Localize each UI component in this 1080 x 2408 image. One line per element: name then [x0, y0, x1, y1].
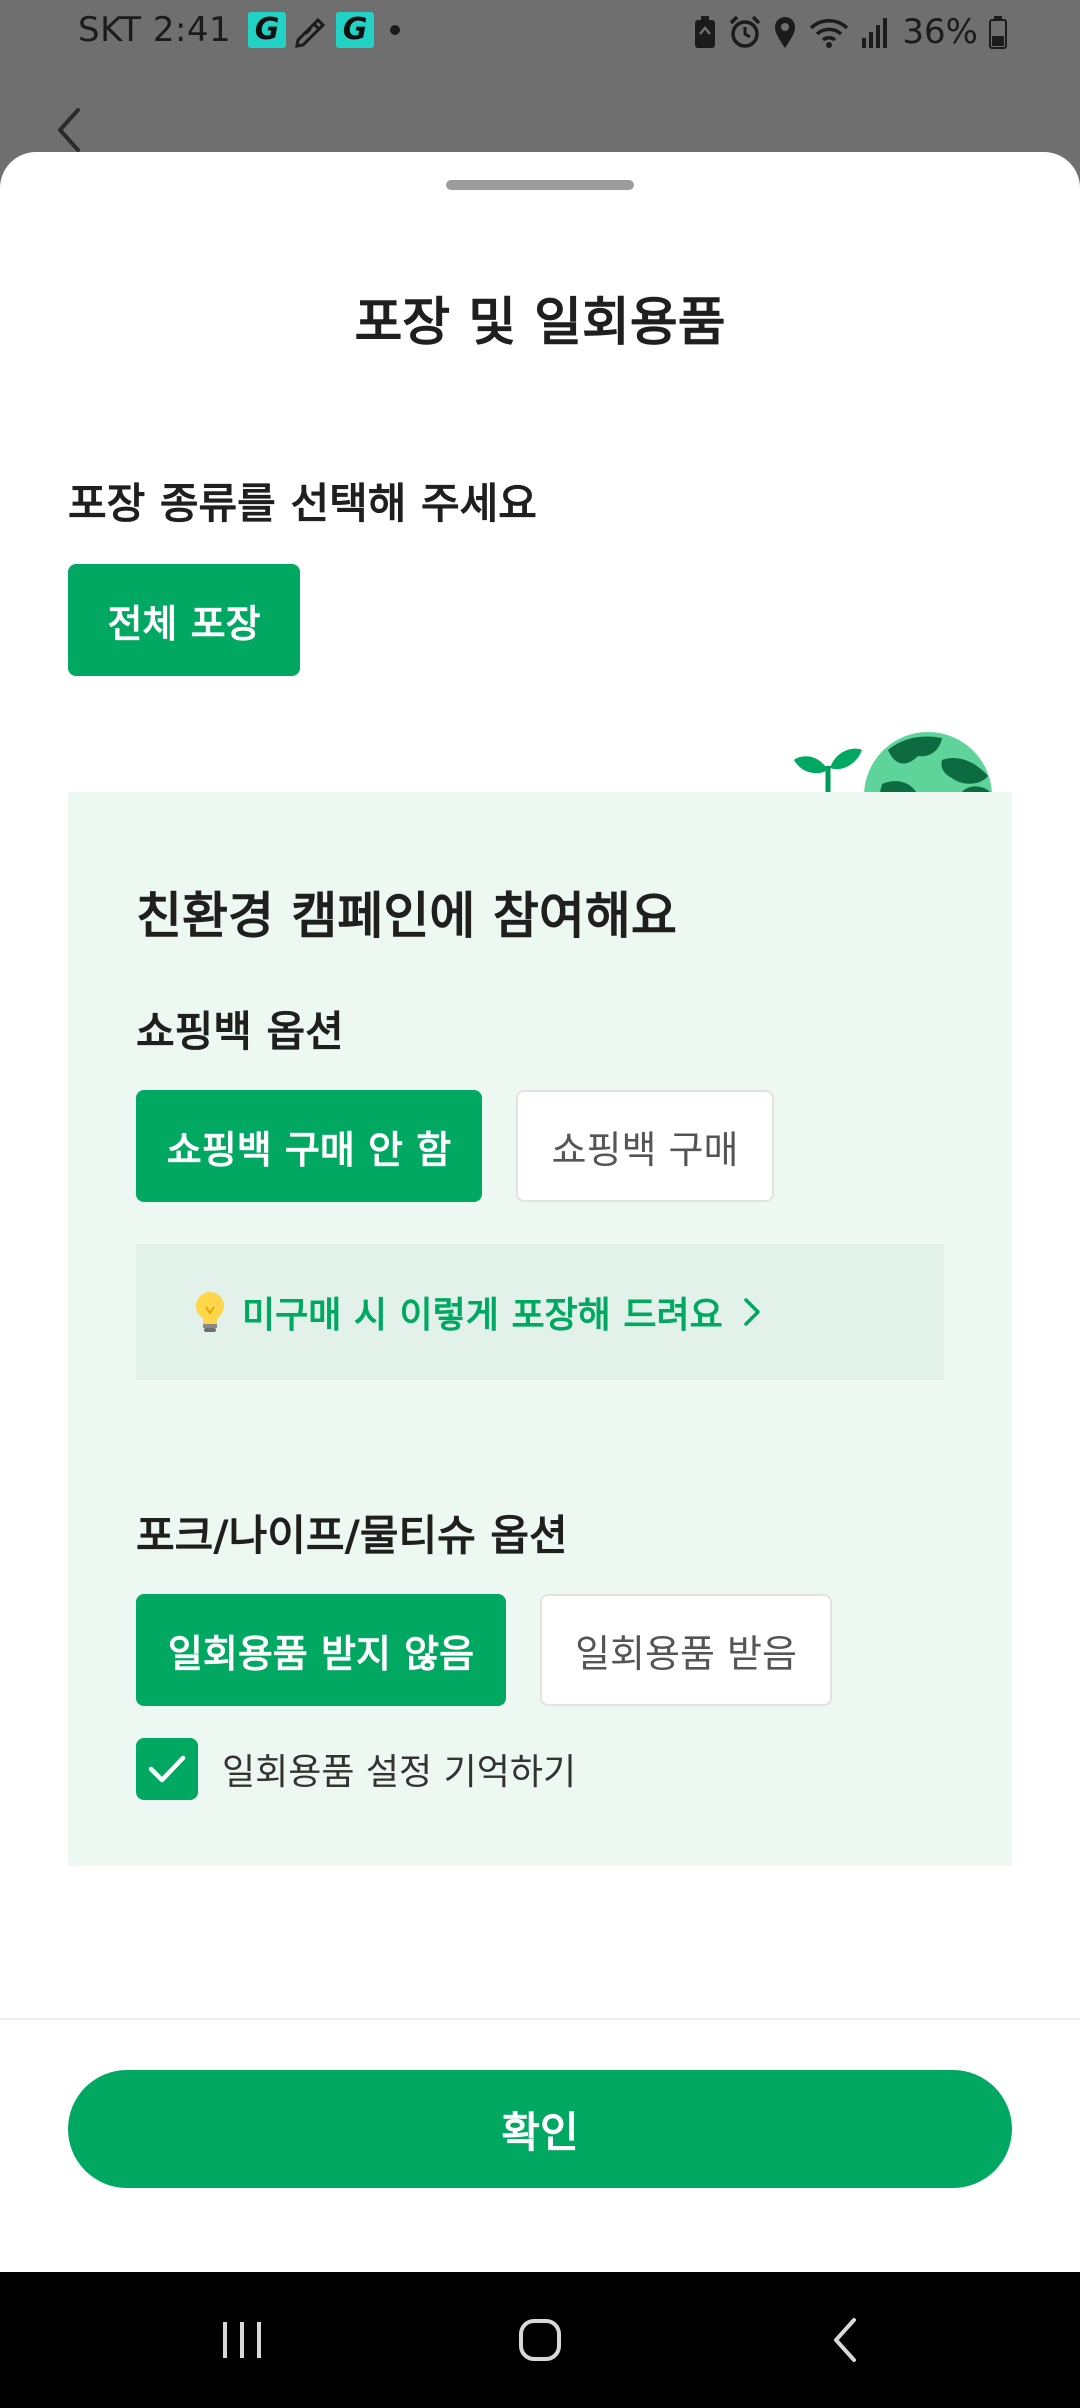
home-button[interactable]	[500, 2306, 580, 2374]
chevron-right-icon	[743, 1298, 760, 1326]
sheet-drag-handle[interactable]	[446, 180, 634, 190]
confirm-button[interactable]: 확인	[68, 2070, 1012, 2188]
recent-apps-button[interactable]	[202, 2306, 282, 2374]
eco-campaign-panel: 친환경 캠페인에 참여해요 쇼핑백 옵션 쇼핑백 구매 안 함 쇼핑백 구매 미…	[68, 792, 1012, 1866]
system-icons: 36%	[692, 12, 1008, 52]
wifi-icon	[810, 19, 849, 48]
location-icon	[775, 17, 796, 48]
shopping-bag-option-label: 쇼핑백 옵션	[136, 1007, 344, 1056]
back-icon	[834, 2318, 856, 2362]
status-bar: SKT 2:41 G G 36%	[0, 0, 1080, 64]
receive-disposables-chip[interactable]: 일회용품 받음	[540, 1594, 832, 1706]
battery-percentage: 36%	[902, 12, 978, 52]
full-packaging-chip[interactable]: 전체 포장	[68, 564, 300, 676]
bottom-divider	[0, 2018, 1080, 2020]
no-disposables-chip[interactable]: 일회용품 받지 않음	[136, 1594, 506, 1706]
notification-icons: G G	[248, 12, 400, 48]
remember-disposables-setting[interactable]: 일회용품 설정 기억하기	[136, 1738, 576, 1800]
checkmark-icon	[148, 1755, 186, 1783]
lightbulb-icon	[196, 1292, 224, 1332]
home-icon	[519, 2319, 561, 2361]
g-app-icon-2: G	[336, 12, 374, 48]
sheet-title: 포장 및 일회용품	[354, 293, 726, 353]
notification-dot	[390, 25, 400, 35]
signal-icon	[862, 18, 888, 48]
battery-icon	[989, 16, 1007, 49]
no-shopping-bag-chip[interactable]: 쇼핑백 구매 안 함	[136, 1090, 482, 1202]
tip-text: 미구매 시 이렇게 포장해 드려요	[242, 1295, 723, 1336]
no-bag-packaging-tip-link[interactable]: 미구매 시 이렇게 포장해 드려요	[136, 1244, 944, 1380]
remember-label: 일회용품 설정 기억하기	[222, 1752, 577, 1793]
clock: 2:41	[152, 10, 232, 50]
system-navigation-bar	[0, 2272, 1080, 2408]
remember-checkbox[interactable]	[136, 1738, 198, 1800]
packaging-type-label: 포장 종류를 선택해 주세요	[68, 479, 537, 528]
pen-icon	[295, 17, 326, 48]
alarm-icon	[730, 15, 761, 48]
cutlery-option-label: 포크/나이프/물티슈 옵션	[136, 1511, 568, 1560]
g-app-icon: G	[248, 12, 286, 48]
recent-apps-icon	[223, 2322, 261, 2358]
battery-saver-icon	[695, 16, 716, 48]
eco-campaign-title: 친환경 캠페인에 참여해요	[136, 887, 677, 945]
back-button[interactable]	[806, 2306, 886, 2374]
back-chevron-icon[interactable]	[50, 104, 86, 156]
buy-shopping-bag-chip[interactable]: 쇼핑백 구매	[516, 1090, 774, 1202]
carrier-name: SKT	[78, 10, 142, 50]
packaging-bottom-sheet: 포장 및 일회용품 포장 종류를 선택해 주세요 전체 포장 친환경 캠페인에 …	[0, 152, 1080, 2272]
status-carrier-time: SKT 2:41	[78, 10, 231, 50]
